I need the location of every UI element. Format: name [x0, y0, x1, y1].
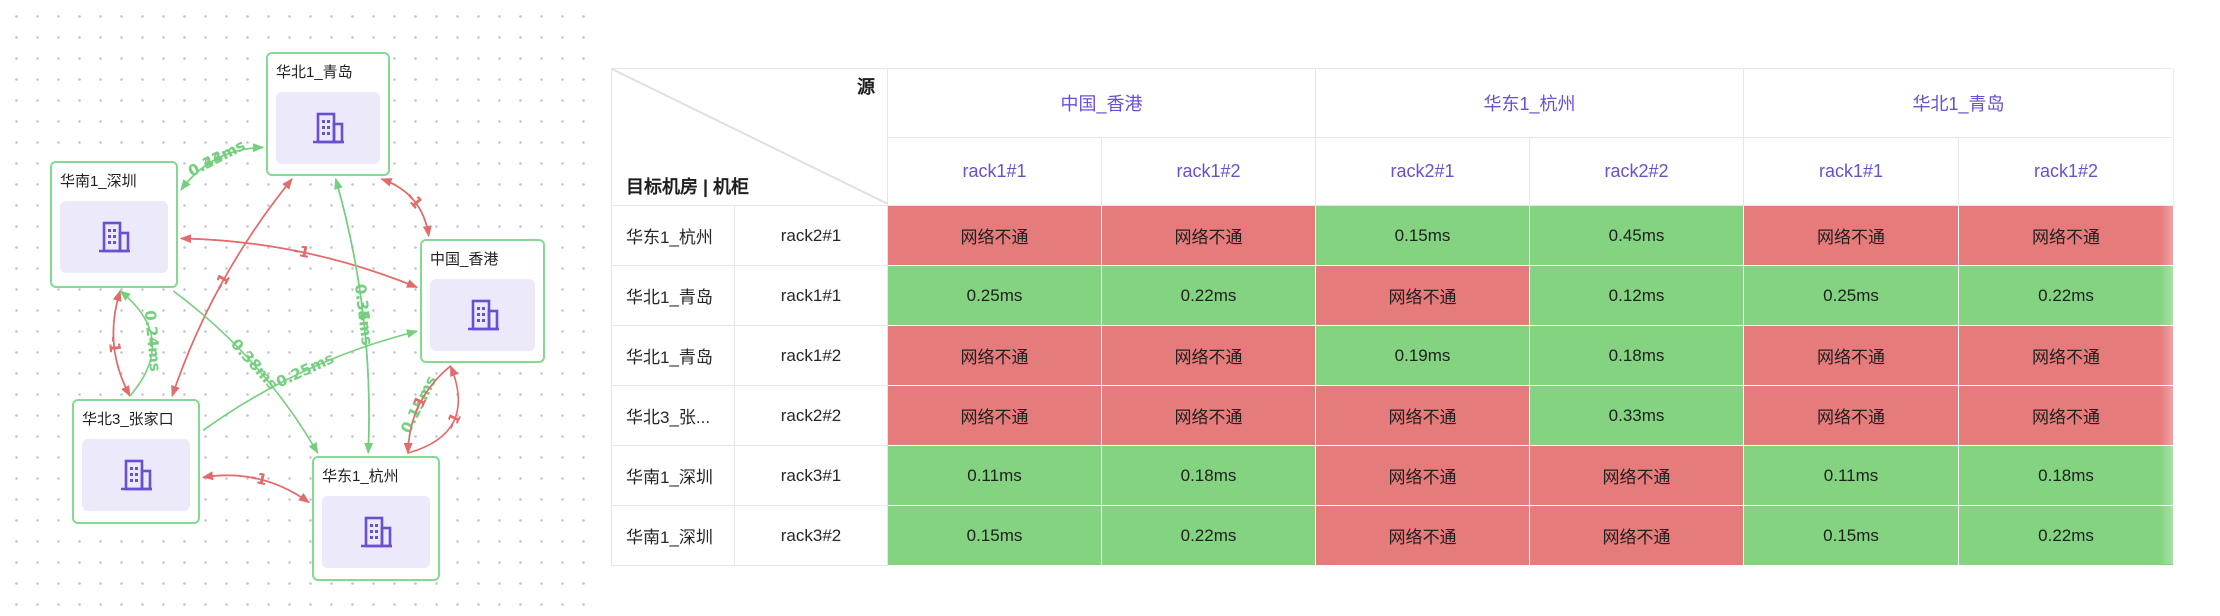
edge-fail[interactable] — [381, 178, 432, 238]
node-label: 中国_香港 — [430, 251, 499, 268]
latency-cell-unreachable: 网络不通 — [1100, 205, 1317, 266]
target-rack-cell: rack2#2 — [734, 385, 888, 446]
latency-cell-unreachable: 网络不通 — [1743, 205, 1960, 266]
edge-latency-label: 0.38ms — [227, 335, 281, 393]
latency-cell: 0.22ms — [1958, 265, 2175, 326]
latency-cell-unreachable: 网络不通 — [1529, 505, 1745, 566]
source-rack-header: rack1#1 — [1743, 137, 1960, 206]
node-qingdao[interactable]: 华北1_青岛 — [266, 52, 390, 176]
table-row: 华北1_青岛 rack1#1 0.25ms 0.22ms 网络不通 0.12ms 0.25m… — [611, 265, 2175, 326]
latency-cell-unreachable: 网络不通 — [1743, 325, 1960, 386]
node-label: 华东1_杭州 — [322, 468, 399, 485]
source-rack-header: rack1#1 — [887, 137, 1102, 206]
target-rack-cell: rack3#1 — [734, 445, 888, 506]
source-label: 源 — [857, 77, 875, 97]
target-region-cell: 华北1_青岛 — [611, 325, 735, 386]
node-hongkong[interactable]: 中国_香港 — [420, 239, 545, 363]
edge-fail[interactable] — [171, 178, 293, 397]
node-zhangjiakou[interactable]: 华北3_张家口 — [72, 399, 200, 524]
target-region-cell: 华北3_张... — [611, 385, 735, 446]
source-rack-header: rack2#2 — [1529, 137, 1745, 206]
target-region-cell: 华南1_深圳 — [611, 445, 735, 506]
table-row: 华南1_深圳 rack3#1 0.11ms 0.18ms 网络不通 网络不通 0.11ms 0… — [611, 445, 2175, 506]
target-region-cell: 华东1_杭州 — [611, 205, 735, 266]
building-icon — [276, 92, 380, 164]
latency-cell-unreachable: 网络不通 — [1315, 385, 1531, 446]
node-label: 华北3_张家口 — [82, 411, 174, 428]
target-rack-cell: rack2#1 — [734, 205, 888, 266]
latency-cell-unreachable: 网络不通 — [1315, 445, 1531, 506]
latency-cell-unreachable: 网络不通 — [1958, 385, 2175, 446]
edge-latency-label: 0.25ms — [273, 349, 336, 391]
latency-cell: 0.25ms — [887, 265, 1102, 326]
latency-cell: 0.33ms — [1529, 385, 1745, 446]
latency-cell: 0.15ms — [1743, 505, 1960, 566]
node-label: 华北1_青岛 — [276, 64, 353, 81]
latency-cell-unreachable: 网络不通 — [887, 385, 1102, 446]
target-label: 目标机房 | 机柜 — [626, 177, 750, 197]
latency-cell: 0.15ms — [1315, 205, 1531, 266]
latency-cell: 0.18ms — [1100, 445, 1317, 506]
source-rack-header: rack1#2 — [1958, 137, 2175, 206]
latency-matrix: 源 目标机房 | 机柜 中国_香港 华东1_杭州 华北1_青岛 rack1#1 … — [611, 68, 2175, 566]
latency-cell: 0.19ms — [1315, 325, 1531, 386]
latency-cell: 0.18ms — [1958, 445, 2175, 506]
latency-cell-unreachable: 网络不通 — [1315, 505, 1531, 566]
building-icon — [60, 201, 168, 273]
edge-latency-label: -1 — [105, 335, 124, 353]
node-label: 华南1_深圳 — [60, 173, 137, 190]
source-rack-header: rack1#2 — [1100, 137, 1317, 206]
latency-cell: 0.11ms — [887, 445, 1102, 506]
latency-cell-unreachable: 网络不通 — [1958, 325, 2175, 386]
node-hangzhou[interactable]: 华东1_杭州 — [312, 456, 440, 581]
table-row: 华东1_杭州 rack2#1 网络不通 网络不通 0.15ms 0.45ms 网络不通 网络不… — [611, 205, 2175, 266]
latency-cell: 0.25ms — [1743, 265, 1960, 326]
source-region-header: 华北1_青岛 — [1743, 68, 2175, 138]
edge-latency-label: -1 — [291, 241, 311, 262]
latency-cell-unreachable: 网络不通 — [887, 325, 1102, 386]
edge-latency-label: -1 — [441, 410, 465, 433]
latency-cell-unreachable: 网络不通 — [1315, 265, 1531, 326]
source-region-header: 中国_香港 — [886, 68, 1317, 138]
latency-cell: 0.22ms — [1100, 265, 1317, 326]
latency-cell-unreachable: 网络不通 — [1100, 325, 1317, 386]
matrix-corner: 源 目标机房 | 机柜 — [611, 68, 888, 206]
latency-cell-unreachable: 网络不通 — [1958, 205, 2175, 266]
building-icon — [322, 496, 430, 568]
latency-cell: 0.22ms — [1100, 505, 1317, 566]
latency-cell-unreachable: 网络不通 — [887, 205, 1102, 266]
latency-cell: 0.15ms — [887, 505, 1102, 566]
latency-cell: 0.11ms — [1743, 445, 1960, 506]
edge-latency-label: -1 — [249, 468, 269, 489]
source-rack-header: rack2#1 — [1315, 137, 1531, 206]
table-row: 华南1_深圳 rack3#2 0.15ms 0.22ms 网络不通 网络不通 0.15ms 0… — [611, 505, 2175, 566]
latency-cell: 0.22ms — [1958, 505, 2175, 566]
source-region-header: 华东1_杭州 — [1315, 68, 1745, 138]
table-row: 华北1_青岛 rack1#2 网络不通 网络不通 0.19ms 0.18ms 网络不通 网络不… — [611, 325, 2175, 386]
latency-cell-unreachable: 网络不通 — [1529, 445, 1745, 506]
edge-latency-label: -1 — [210, 270, 234, 293]
target-region-cell: 华北1_青岛 — [611, 265, 735, 326]
table-row: 华北3_张... rack2#2 网络不通 网络不通 网络不通 0.33ms 网络不通 网络不… — [611, 385, 2175, 446]
latency-cell-unreachable: 网络不通 — [1100, 385, 1317, 446]
edge-latency-label: 0.24ms — [141, 309, 165, 372]
target-rack-cell: rack3#2 — [734, 505, 888, 566]
table-overflow-fade — [2160, 68, 2220, 564]
target-rack-cell: rack1#1 — [734, 265, 888, 326]
building-icon — [82, 439, 190, 511]
target-region-cell: 华南1_深圳 — [611, 505, 735, 566]
latency-cell-unreachable: 网络不通 — [1743, 385, 1960, 446]
target-rack-cell: rack1#2 — [734, 325, 888, 386]
topology-canvas[interactable]: 0.44ms 0.33ms -1 -1 -1 -1 -1 -1 -1 -1 0.34ms 0.35ms… — [0, 0, 600, 616]
latency-cell: 0.45ms — [1529, 205, 1745, 266]
building-icon — [430, 279, 535, 351]
latency-cell: 0.18ms — [1529, 325, 1745, 386]
node-shenzhen[interactable]: 华南1_深圳 — [50, 161, 178, 288]
edge-latency-label: 0.35ms — [351, 283, 376, 346]
edge-fail[interactable] — [380, 178, 430, 237]
latency-cell: 0.12ms — [1529, 265, 1745, 326]
edge-latency-label: 0.33ms — [185, 136, 248, 180]
edge-fail[interactable] — [171, 178, 293, 398]
